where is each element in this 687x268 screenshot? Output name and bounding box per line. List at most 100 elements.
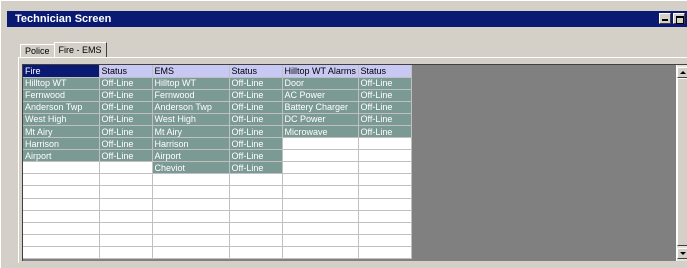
grid-cell[interactable]: Fernwood <box>23 89 100 102</box>
grid-cell[interactable]: West High <box>152 113 230 126</box>
grid-cell[interactable]: Door <box>282 77 359 90</box>
grid-cell[interactable]: Cheviot <box>152 161 230 175</box>
grid-cell[interactable] <box>229 173 283 187</box>
grid-cell[interactable] <box>23 185 100 199</box>
table-row[interactable] <box>23 234 412 247</box>
grid-cell[interactable]: Microwave <box>282 125 359 139</box>
column-header[interactable]: Fire <box>23 65 100 78</box>
grid-cell[interactable] <box>229 234 283 247</box>
grid-cell[interactable]: Off-Line <box>229 149 283 163</box>
grid-cell[interactable]: Off-Line <box>229 89 283 102</box>
grid-cell[interactable] <box>282 137 359 151</box>
grid-cell[interactable] <box>23 210 100 223</box>
grid-cell[interactable] <box>282 246 359 260</box>
grid-cell[interactable] <box>229 210 283 223</box>
column-header[interactable]: EMS <box>152 65 230 78</box>
grid-cell[interactable]: Battery Charger <box>282 101 359 114</box>
table-row[interactable]: West High Off-Line West High Off-Line DC Pow… <box>23 113 412 126</box>
column-header[interactable]: Status <box>229 65 283 78</box>
grid-cell[interactable] <box>358 198 412 211</box>
table-row[interactable]: Anderson Twp Off-Line Anderson Twp Off-Line… <box>23 101 412 114</box>
minimize-icon[interactable] <box>659 13 671 24</box>
table-row[interactable]: Harrison Off-Line Harrison Off-Line <box>23 137 412 151</box>
scrollbar-thumb[interactable] <box>677 78 687 246</box>
table-row[interactable] <box>23 173 412 187</box>
table-row[interactable]: Airport Off-Line Airport Off-Line <box>23 149 412 163</box>
table-row[interactable] <box>23 185 412 199</box>
grid-cell[interactable] <box>282 210 359 223</box>
grid-cell[interactable]: Mt Airy <box>152 125 230 139</box>
grid-cell[interactable] <box>358 234 412 247</box>
grid-cell[interactable] <box>229 198 283 211</box>
grid-cell[interactable]: Off-Line <box>229 113 283 126</box>
grid-cell[interactable]: Hilltop WT <box>152 77 230 90</box>
grid-cell[interactable]: AC Power <box>282 89 359 102</box>
grid-cell[interactable] <box>152 173 230 187</box>
grid-cell[interactable]: Off-Line <box>358 113 412 126</box>
grid-cell[interactable] <box>152 222 230 235</box>
grid-cell[interactable] <box>282 173 359 187</box>
grid-cell[interactable] <box>99 185 153 199</box>
grid-cell[interactable] <box>99 161 153 175</box>
table-row[interactable]: Hilltop WT Off-Line Hilltop WT Off-Line Door… <box>23 77 412 90</box>
grid-cell[interactable] <box>358 137 412 151</box>
grid-cell[interactable] <box>23 161 100 175</box>
grid-cell[interactable]: Off-Line <box>229 137 283 151</box>
grid-cell[interactable]: Off-Line <box>229 161 283 175</box>
grid-cell[interactable]: Off-Line <box>229 77 283 90</box>
table-row[interactable]: Fernwood Off-Line Fernwood Off-Line AC Power… <box>23 89 412 102</box>
grid-cell[interactable]: Off-Line <box>358 77 412 90</box>
grid-cell[interactable]: Hilltop WT <box>23 77 100 90</box>
grid-cell[interactable] <box>358 222 412 235</box>
grid-cell[interactable] <box>282 185 359 199</box>
grid-cell[interactable] <box>358 161 412 175</box>
grid-cell[interactable]: Off-Line <box>99 125 153 139</box>
grid-cell[interactable] <box>23 173 100 187</box>
grid-cell[interactable]: Fernwood <box>152 89 230 102</box>
maximize-icon[interactable] <box>673 13 685 24</box>
grid-cell[interactable]: Airport <box>152 149 230 163</box>
grid-cell[interactable]: Anderson Twp <box>152 101 230 114</box>
grid-cell[interactable]: Airport <box>23 149 100 163</box>
grid-cell[interactable] <box>282 222 359 235</box>
grid-cell[interactable]: Off-Line <box>99 77 153 90</box>
grid-cell[interactable]: West High <box>23 113 100 126</box>
grid-cell[interactable] <box>23 234 100 247</box>
table-row[interactable] <box>23 198 412 211</box>
grid-cell[interactable]: Off-Line <box>229 101 283 114</box>
column-header[interactable]: Hilltop WT Alarms <box>282 65 359 78</box>
grid-cell[interactable]: Mt Airy <box>23 125 100 139</box>
grid-cell[interactable] <box>99 234 153 247</box>
grid-cell[interactable] <box>99 210 153 223</box>
grid-cell[interactable]: Off-Line <box>99 89 153 102</box>
arrow-down-icon[interactable] <box>677 248 687 259</box>
grid-cell[interactable] <box>229 222 283 235</box>
grid-cell[interactable] <box>152 234 230 247</box>
table-row[interactable]: Mt Airy Off-Line Mt Airy Off-Line Microwave O… <box>23 125 412 139</box>
grid-cell[interactable] <box>358 149 412 163</box>
tab-police[interactable]: Police <box>20 44 55 58</box>
grid-cell[interactable] <box>358 210 412 223</box>
grid-cell[interactable]: Harrison <box>152 137 230 151</box>
grid-cell[interactable] <box>282 234 359 247</box>
grid-cell[interactable]: Off-Line <box>358 101 412 114</box>
grid-cell[interactable] <box>358 173 412 187</box>
grid-cell[interactable] <box>99 173 153 187</box>
table-row[interactable] <box>23 246 412 260</box>
grid-cell[interactable]: Off-Line <box>99 149 153 163</box>
grid-cell[interactable]: Anderson Twp <box>23 101 100 114</box>
grid-cell[interactable] <box>99 198 153 211</box>
grid-cell[interactable] <box>152 185 230 199</box>
grid-cell[interactable] <box>229 246 283 260</box>
grid-cell[interactable] <box>152 246 230 260</box>
column-header[interactable]: Status <box>358 65 412 78</box>
grid-cell[interactable] <box>358 246 412 260</box>
grid-cell[interactable]: Off-Line <box>99 101 153 114</box>
grid-cell[interactable]: Off-Line <box>358 125 412 139</box>
grid-cell[interactable]: Off-Line <box>229 125 283 139</box>
grid-cell[interactable]: Off-Line <box>99 113 153 126</box>
grid-cell[interactable] <box>23 246 100 260</box>
grid-cell[interactable] <box>152 198 230 211</box>
grid-cell[interactable] <box>23 198 100 211</box>
table-row[interactable] <box>23 222 412 235</box>
